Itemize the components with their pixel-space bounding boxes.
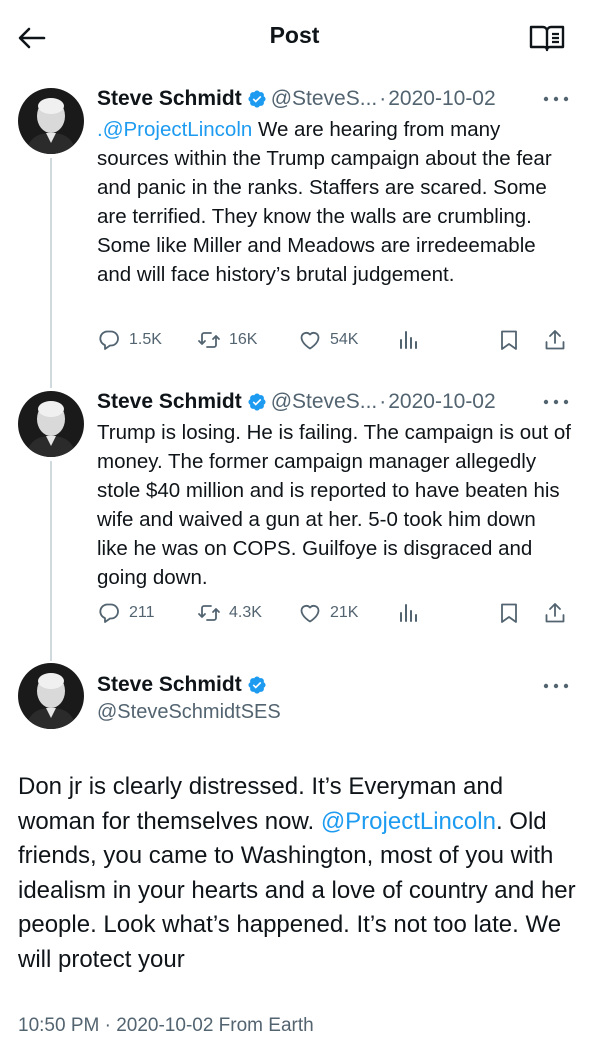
more-icon[interactable] <box>543 399 569 405</box>
share-icon <box>543 601 567 625</box>
tweet-text: Trump is losing. He is failing. The camp… <box>97 421 571 589</box>
views-icon <box>397 328 421 352</box>
reply-count: 1.5K <box>129 331 162 348</box>
tweet-header: Steve Schmidt @SteveS... · 2020-10-02 <box>97 86 569 112</box>
tweet-header: Steve Schmidt @SteveS... · 2020-10-02 <box>97 389 569 415</box>
thread-tweet-2[interactable]: Steve Schmidt @SteveS... · 2020-10-02 Tr… <box>0 389 589 661</box>
views-button[interactable] <box>397 328 429 352</box>
like-count: 21K <box>330 604 359 621</box>
verified-badge-icon <box>247 675 267 695</box>
share-icon <box>543 328 567 352</box>
separator-dot: · <box>379 390 387 413</box>
reply-icon <box>97 601 121 625</box>
repost-button[interactable]: 4.3K <box>197 601 262 625</box>
avatar[interactable] <box>18 391 84 457</box>
like-button[interactable]: 54K <box>298 328 358 352</box>
repost-count: 4.3K <box>229 604 262 621</box>
mention-link[interactable]: .@ProjectLincoln <box>97 118 252 141</box>
views-button[interactable] <box>397 601 429 625</box>
author-handle[interactable]: @SteveS... <box>271 390 378 414</box>
author-name[interactable]: Steve Schmidt <box>97 673 242 697</box>
reply-count: 211 <box>129 604 155 621</box>
repost-icon <box>197 328 221 352</box>
bookmark-button[interactable] <box>497 328 529 352</box>
author-handle[interactable]: @SteveSchmidtSES <box>97 701 281 724</box>
bookmark-icon <box>497 328 521 352</box>
thread-connector <box>50 461 52 661</box>
mention-link[interactable]: @ProjectLincoln <box>321 808 496 835</box>
tweet-metadata: 10:50 PM · 2020-10-02 From Earth <box>18 1015 314 1036</box>
like-count: 54K <box>330 331 359 348</box>
thread-connector <box>50 158 52 388</box>
tweet-text: .@ProjectLincoln We are hearing from man… <box>97 115 572 289</box>
separator-dot: · <box>379 87 387 110</box>
avatar[interactable] <box>18 88 84 154</box>
more-icon[interactable] <box>543 96 569 102</box>
share-button[interactable] <box>543 328 575 352</box>
repost-button[interactable]: 16K <box>197 328 257 352</box>
like-button[interactable]: 21K <box>298 601 358 625</box>
main-tweet-text: Don jr is clearly distressed. It’s Every… <box>18 770 578 977</box>
tweet-date[interactable]: 2020-10-02 <box>388 390 495 414</box>
verified-badge-icon <box>247 89 267 109</box>
tweet-actions: 211 4.3K 21K <box>97 601 572 627</box>
author-handle[interactable]: @SteveS... <box>271 87 378 111</box>
more-icon[interactable] <box>543 683 569 689</box>
thread-tweet-1[interactable]: Steve Schmidt @SteveS... · 2020-10-02 .@… <box>0 86 589 388</box>
bookmark-button[interactable] <box>497 601 529 625</box>
tweet-actions: 1.5K 16K 54K <box>97 328 572 354</box>
author-name[interactable]: Steve Schmidt <box>97 390 242 414</box>
like-icon <box>298 601 322 625</box>
verified-badge-icon <box>247 392 267 412</box>
repost-icon <box>197 601 221 625</box>
views-icon <box>397 601 421 625</box>
avatar[interactable] <box>18 663 84 729</box>
main-author-name-row: Steve Schmidt <box>97 673 271 697</box>
tweet-date[interactable]: 2020-10-02 <box>388 87 495 111</box>
repost-count: 16K <box>229 331 258 348</box>
reply-button[interactable]: 211 <box>97 601 155 625</box>
bookmark-icon <box>497 601 521 625</box>
tweet-text-content: We are hearing from many sources within … <box>97 118 552 286</box>
reply-button[interactable]: 1.5K <box>97 328 162 352</box>
author-name[interactable]: Steve Schmidt <box>97 87 242 111</box>
share-button[interactable] <box>543 601 575 625</box>
reply-icon <box>97 328 121 352</box>
reader-mode-icon[interactable] <box>529 24 565 52</box>
page-title: Post <box>269 22 320 48</box>
like-icon <box>298 328 322 352</box>
top-bar: Post <box>0 0 589 76</box>
